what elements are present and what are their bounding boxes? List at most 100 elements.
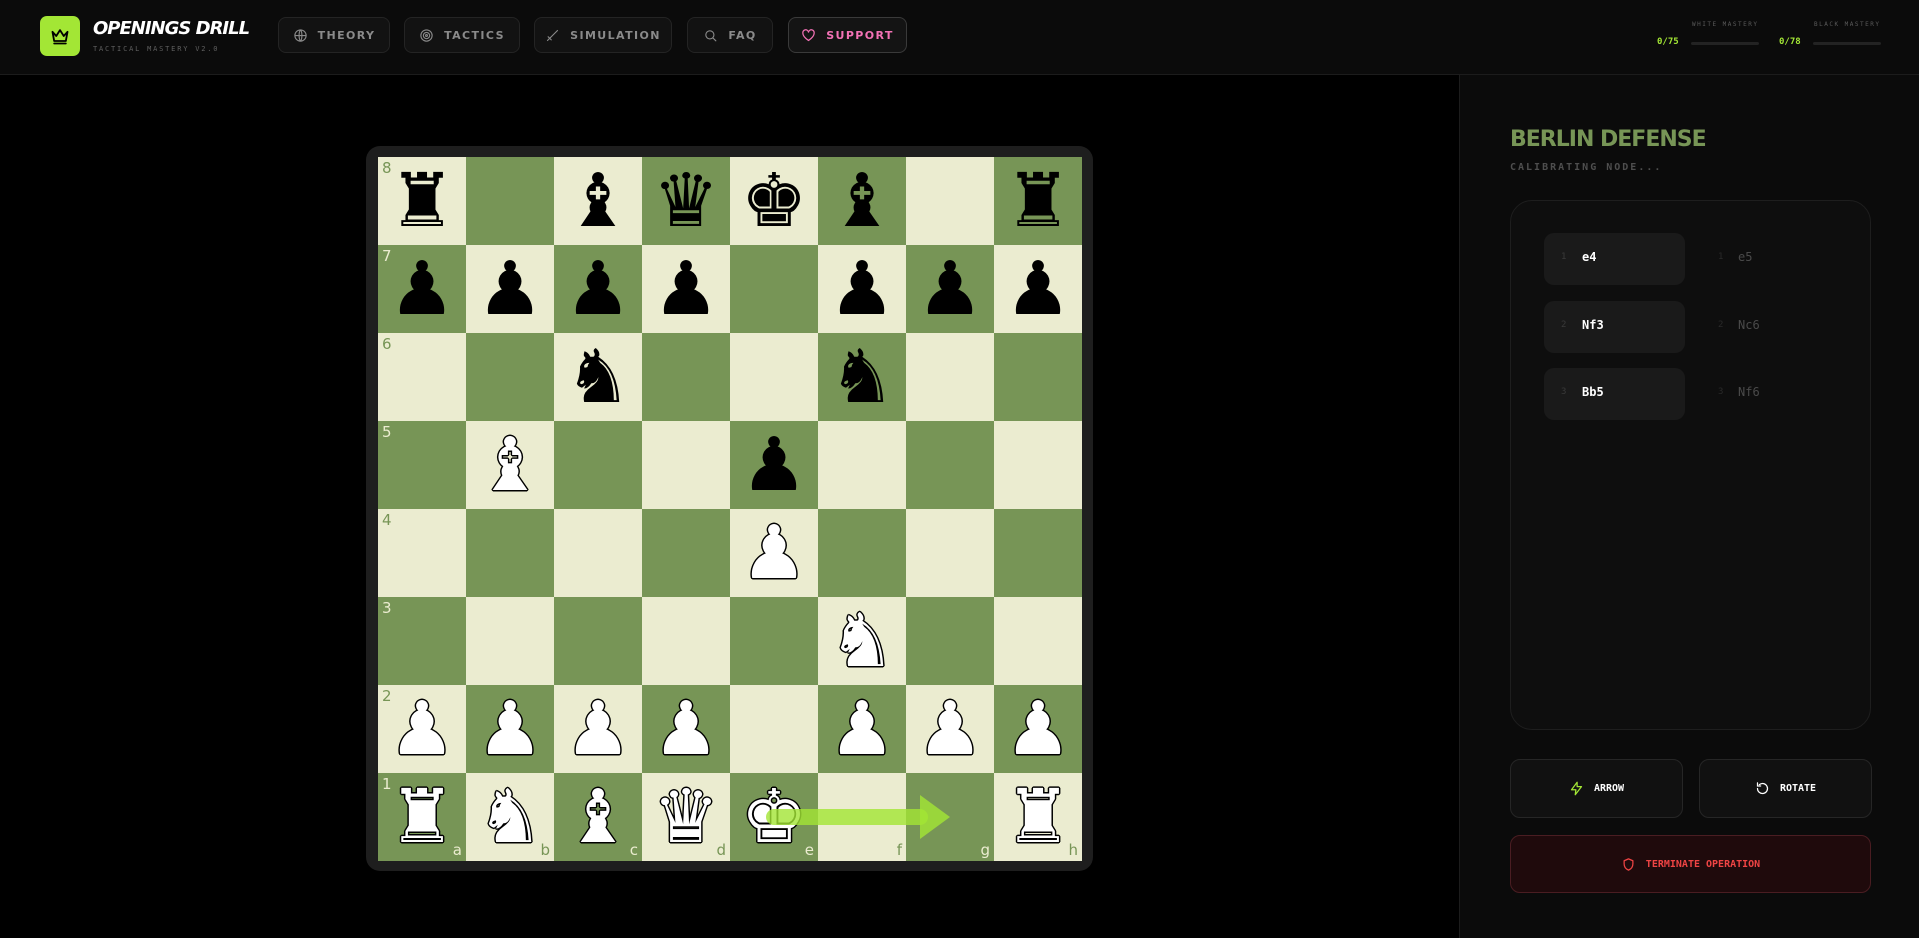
black-pawn-icon[interactable]: ♟ [554,245,642,333]
black-move[interactable]: Nf6 [1738,385,1760,399]
white-knight-icon[interactable]: ♞ [818,597,906,685]
square-d1[interactable]: d ♛ [642,773,730,861]
square-f4[interactable] [818,509,906,597]
square-e7[interactable] [730,245,818,333]
app-logo[interactable] [40,16,80,56]
square-h4[interactable] [994,509,1082,597]
black-queen-icon[interactable]: ♛ [642,157,730,245]
square-d8[interactable]: ♛ [642,157,730,245]
square-c3[interactable] [554,597,642,685]
square-b6[interactable] [466,333,554,421]
white-pawn-icon[interactable]: ♟ [466,685,554,773]
black-king-icon[interactable]: ♚ [730,157,818,245]
square-h3[interactable] [994,597,1082,685]
black-knight-icon[interactable]: ♞ [818,333,906,421]
terminate-operation-button[interactable]: TERMINATE OPERATION [1510,835,1871,893]
square-f1[interactable]: f [818,773,906,861]
black-pawn-icon[interactable]: ♟ [818,245,906,333]
square-g6[interactable] [906,333,994,421]
black-pawn-icon[interactable]: ♟ [994,245,1082,333]
square-h6[interactable] [994,333,1082,421]
square-h2[interactable]: ♟ [994,685,1082,773]
move-white-cell[interactable]: 1 e4 [1544,233,1685,285]
square-d7[interactable]: ♟ [642,245,730,333]
square-e5[interactable]: ♟ [730,421,818,509]
square-h8[interactable]: ♜ [994,157,1082,245]
black-bishop-icon[interactable]: ♝ [818,157,906,245]
square-f8[interactable]: ♝ [818,157,906,245]
white-bishop-icon[interactable]: ♝ [466,421,554,509]
square-f6[interactable]: ♞ [818,333,906,421]
square-g8[interactable] [906,157,994,245]
square-c4[interactable] [554,509,642,597]
square-c2[interactable]: ♟ [554,685,642,773]
square-b1[interactable]: b ♞ [466,773,554,861]
square-g2[interactable]: ♟ [906,685,994,773]
black-bishop-icon[interactable]: ♝ [554,157,642,245]
square-b7[interactable]: ♟ [466,245,554,333]
black-pawn-icon[interactable]: ♟ [730,421,818,509]
black-pawn-icon[interactable]: ♟ [642,245,730,333]
square-a3[interactable]: 3 [378,597,466,685]
square-d2[interactable]: ♟ [642,685,730,773]
black-move[interactable]: Nc6 [1738,318,1760,332]
white-pawn-icon[interactable]: ♟ [378,685,466,773]
square-e3[interactable] [730,597,818,685]
square-e4[interactable]: ♟ [730,509,818,597]
move-white-cell[interactable]: 3 Bb5 [1544,368,1685,420]
square-a1[interactable]: 1 a ♜ [378,773,466,861]
white-pawn-icon[interactable]: ♟ [642,685,730,773]
square-h1[interactable]: h ♜ [994,773,1082,861]
move-white-cell[interactable]: 2 Nf3 [1544,301,1685,353]
square-d5[interactable] [642,421,730,509]
chess-board[interactable]: 8 ♜ ♝ ♛ ♚ ♝ ♜ 7 ♟ ♟ ♟ ♟ ♟ ♟ ♟ 6 ♞ ♞ 5 ♝ ♟ 4 ♟ 3 ♞ 2 ♟ ♟ ♟ ♟ ♟ ♟ ♟ 1 a ♜ b ♞ c ♝… [378,157,1082,861]
square-d3[interactable] [642,597,730,685]
white-pawn-icon[interactable]: ♟ [906,685,994,773]
square-a4[interactable]: 4 [378,509,466,597]
square-c6[interactable]: ♞ [554,333,642,421]
square-f2[interactable]: ♟ [818,685,906,773]
square-b2[interactable]: ♟ [466,685,554,773]
square-b3[interactable] [466,597,554,685]
nav-faq-button[interactable]: FAQ [687,17,773,53]
square-a6[interactable]: 6 [378,333,466,421]
square-a7[interactable]: 7 ♟ [378,245,466,333]
square-f3[interactable]: ♞ [818,597,906,685]
square-g4[interactable] [906,509,994,597]
nav-theory-button[interactable]: THEORY [278,17,390,53]
black-pawn-icon[interactable]: ♟ [466,245,554,333]
white-rook-icon[interactable]: ♜ [994,773,1082,861]
square-c5[interactable] [554,421,642,509]
square-c1[interactable]: c ♝ [554,773,642,861]
square-a5[interactable]: 5 [378,421,466,509]
black-pawn-icon[interactable]: ♟ [378,245,466,333]
white-queen-icon[interactable]: ♛ [642,773,730,861]
square-e1[interactable]: e ♚ [730,773,818,861]
square-e8[interactable]: ♚ [730,157,818,245]
black-rook-icon[interactable]: ♜ [378,157,466,245]
white-pawn-icon[interactable]: ♟ [818,685,906,773]
white-pawn-icon[interactable]: ♟ [994,685,1082,773]
arrow-button[interactable]: ARROW [1510,759,1683,818]
square-g3[interactable] [906,597,994,685]
square-f7[interactable]: ♟ [818,245,906,333]
white-pawn-icon[interactable]: ♟ [730,509,818,597]
black-knight-icon[interactable]: ♞ [554,333,642,421]
white-pawn-icon[interactable]: ♟ [554,685,642,773]
square-e2[interactable] [730,685,818,773]
white-king-icon[interactable]: ♚ [730,773,818,861]
square-h5[interactable] [994,421,1082,509]
nav-simulation-button[interactable]: SIMULATION [534,17,672,53]
square-g1[interactable]: g [906,773,994,861]
square-g7[interactable]: ♟ [906,245,994,333]
nav-support-button[interactable]: SUPPORT [788,17,907,53]
square-d4[interactable] [642,509,730,597]
black-rook-icon[interactable]: ♜ [994,157,1082,245]
white-bishop-icon[interactable]: ♝ [554,773,642,861]
rotate-button[interactable]: ROTATE [1699,759,1872,818]
nav-tactics-button[interactable]: TACTICS [404,17,520,53]
square-a8[interactable]: 8 ♜ [378,157,466,245]
square-b8[interactable] [466,157,554,245]
square-a2[interactable]: 2 ♟ [378,685,466,773]
square-e6[interactable] [730,333,818,421]
